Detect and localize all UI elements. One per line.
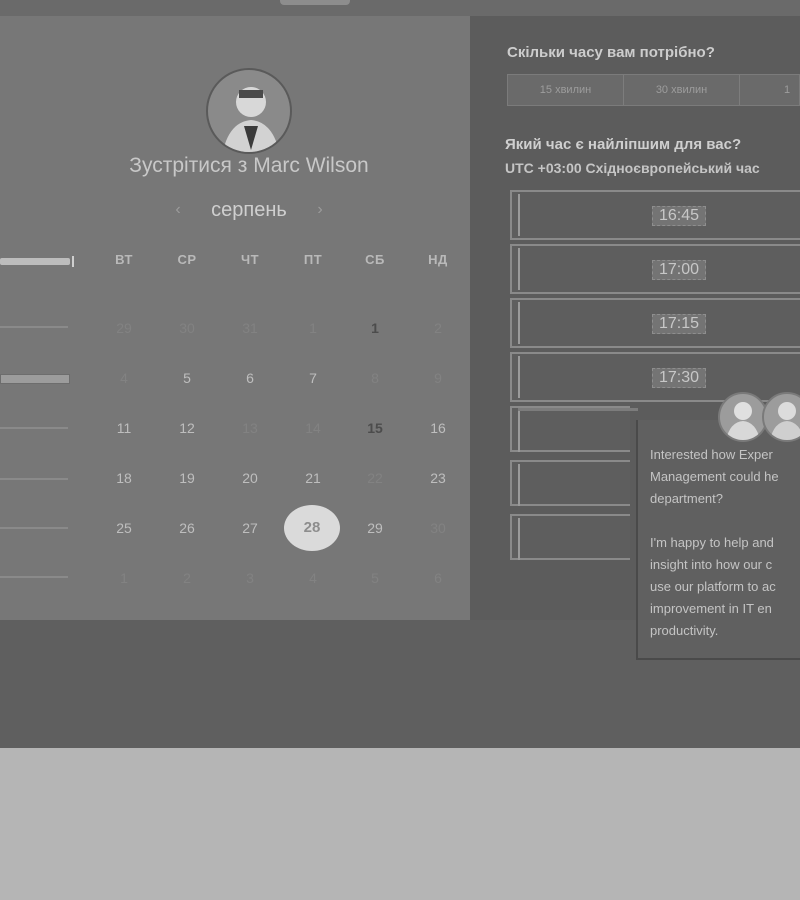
agent-avatar[interactable] — [718, 392, 768, 442]
day-cell[interactable]: 11 — [104, 420, 144, 436]
day-cell[interactable]: 20 — [230, 470, 270, 486]
meeting-title: Зустрітися з Marc Wilson — [129, 154, 369, 177]
day-cell: 14 — [305, 420, 321, 436]
time-slot-label: 17:15 — [652, 314, 707, 334]
day-cell[interactable]: 21 — [293, 470, 333, 486]
day-cell-cropped — [0, 326, 68, 328]
prev-month-button[interactable]: ‹ — [168, 201, 188, 219]
day-cell-cropped — [0, 427, 68, 429]
chat-line: department? — [650, 491, 723, 506]
day-cell[interactable]: 19 — [167, 470, 207, 486]
chat-line: productivity. — [650, 623, 719, 638]
slot-overlap-line — [518, 408, 638, 411]
weekday-label: СР — [177, 252, 197, 267]
day-cell-cropped — [0, 527, 68, 529]
time-slot[interactable]: 16:45 — [510, 190, 800, 240]
day-cell[interactable]: 6 — [230, 370, 270, 386]
day-cell[interactable]: 12 — [167, 420, 207, 436]
slot-edge — [518, 464, 524, 506]
day-cell[interactable]: 16 — [418, 420, 458, 436]
host-avatar — [206, 68, 292, 154]
duration-option-60[interactable]: 1 — [740, 75, 799, 105]
drag-handle[interactable] — [280, 0, 350, 5]
time-slot[interactable]: 17:15 — [510, 298, 800, 348]
day-cell: 30 — [430, 520, 446, 536]
chat-line: I'm happy to help and — [650, 535, 774, 550]
person-icon — [770, 402, 800, 440]
slot-edge — [518, 248, 524, 290]
day-cell: 5 — [371, 570, 379, 586]
day-cell-cropped — [0, 374, 70, 384]
time-slot-label: 17:30 — [652, 368, 707, 388]
weekday-label: ВТ — [115, 252, 133, 267]
month-navigator: ‹ серпень › — [168, 196, 330, 224]
chat-line: Management could he — [650, 469, 779, 484]
day-cell[interactable]: 29 — [355, 520, 395, 536]
time-slot-label: 17:00 — [652, 260, 707, 280]
day-cell: 4 — [120, 370, 128, 386]
day-cell: 6 — [434, 570, 442, 586]
time-slot-hidden[interactable] — [510, 514, 630, 560]
day-cell: 3 — [246, 570, 254, 586]
time-slot[interactable]: 17:00 — [510, 244, 800, 294]
slot-edge — [518, 194, 524, 236]
day-cell[interactable]: 25 — [104, 520, 144, 536]
day-cell[interactable]: 15 — [355, 420, 395, 436]
duration-option-30[interactable]: 30 хвилин — [624, 75, 741, 105]
day-cell: 2 — [434, 320, 442, 336]
day-cell[interactable]: 18 — [104, 470, 144, 486]
day-cell: 31 — [242, 320, 258, 336]
selected-day[interactable]: 28 — [284, 505, 340, 551]
day-cell: 1 — [120, 570, 128, 586]
duration-question: Скільки часу вам потрібно? — [507, 44, 715, 61]
day-cell: 29 — [116, 320, 132, 336]
day-cell: 30 — [179, 320, 195, 336]
chat-popup[interactable]: Interested how Exper Management could he… — [636, 420, 800, 660]
slot-edge — [518, 356, 524, 398]
timezone-label[interactable]: UTC +03:00 Східноєвропейський час — [505, 160, 760, 176]
weekday-header: ВТ СР ЧТ ПТ СБ НД — [0, 252, 470, 272]
time-slot[interactable]: 17:30 — [510, 352, 800, 402]
day-cell: 8 — [371, 370, 379, 386]
weekday-label: СБ — [365, 252, 385, 267]
day-cell-cropped — [0, 478, 68, 480]
time-slot-label: 16:45 — [652, 206, 707, 226]
day-cell[interactable]: 26 — [167, 520, 207, 536]
slot-edge — [518, 518, 524, 560]
weekday-label: ПТ — [303, 252, 323, 267]
duration-option-15[interactable]: 15 хвилин — [508, 75, 625, 105]
window-top-strip — [0, 0, 800, 16]
duration-selector: 15 хвилин 30 хвилин 1 — [507, 74, 800, 106]
chat-line: Interested how Exper — [650, 447, 773, 462]
selected-day-label: 28 — [303, 519, 321, 536]
day-cell[interactable]: 7 — [293, 370, 333, 386]
day-cell[interactable]: 1 — [355, 320, 395, 336]
day-cell: 9 — [434, 370, 442, 386]
slot-edge — [518, 302, 524, 344]
day-cell: 22 — [367, 470, 383, 486]
day-cell: 1 — [309, 320, 317, 336]
weekday-label: ЧТ — [240, 252, 260, 267]
chat-line: use our platform to ac — [650, 579, 776, 594]
day-cell-cropped — [0, 576, 68, 578]
time-slot-hidden[interactable] — [510, 460, 630, 506]
time-question: Який час є найліпшим для вас? — [505, 136, 742, 153]
day-cell: 13 — [242, 420, 258, 436]
day-cell[interactable]: 5 — [167, 370, 207, 386]
chat-line: insight into how our c — [650, 557, 773, 572]
slot-edge — [518, 410, 524, 452]
day-cell[interactable]: 23 — [418, 470, 458, 486]
day-cell: 4 — [309, 570, 317, 586]
day-cell[interactable]: 27 — [230, 520, 270, 536]
weekday-label: НД — [428, 252, 448, 267]
chat-line: improvement in IT en — [650, 601, 772, 616]
time-slot-hidden[interactable] — [510, 406, 630, 452]
next-month-button[interactable]: › — [310, 201, 330, 219]
month-label: серпень — [211, 198, 287, 221]
person-icon — [222, 87, 280, 152]
person-icon — [726, 402, 760, 440]
day-cell: 2 — [183, 570, 191, 586]
